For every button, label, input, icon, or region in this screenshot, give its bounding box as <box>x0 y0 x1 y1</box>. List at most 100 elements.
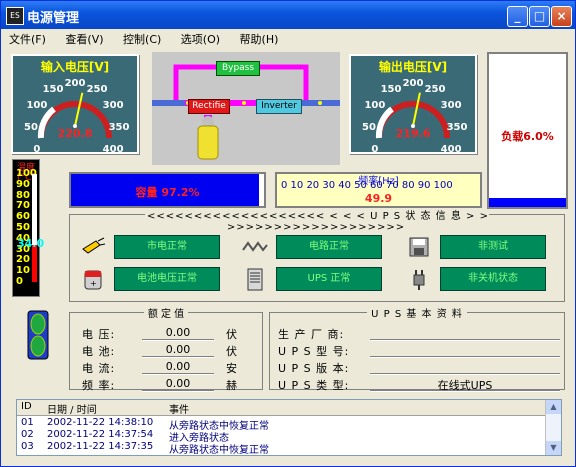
thermometer-tick-label: 80 <box>16 189 30 201</box>
status-battery-voltage-label: 电池电压正常 <box>114 267 220 291</box>
load-bar-fill <box>489 197 566 207</box>
menu-bar: 文件(F) 查看(V) 控制(C) 选项(O) 帮助(H) <box>1 29 575 47</box>
status-shutdown-label: 非关机状态 <box>440 267 546 291</box>
ups-unit-icon <box>247 268 263 291</box>
thermometer-tick-label: 10 <box>16 265 30 277</box>
rated-value: 0.00 <box>142 377 214 392</box>
ups-info-value <box>370 343 560 358</box>
maximize-button[interactable]: □ <box>529 6 550 27</box>
main-window: ES 电源管理 _ □ × 文件(F) 查看(V) 控制(C) 选项(O) 帮助… <box>0 0 576 467</box>
rated-values-group: 额 定 值 电 压: 0.00 伏 电 池: 0.00 伏 电 流: 0.00 … <box>69 309 263 392</box>
menu-help[interactable]: 帮助(H) <box>232 29 287 47</box>
rectifier-block: Rectifie <box>188 99 230 114</box>
gauge-tick-label: 100 <box>364 100 385 111</box>
ups-info-label: U P S 类 型: <box>278 379 350 392</box>
ups-status-title: <<<<<<<<<<<<<<<<<<< < < < U P S 状 态 信 息 … <box>145 211 489 233</box>
waveform-icon <box>242 241 268 252</box>
input-gauge-needle <box>74 92 84 127</box>
temperature-value: 34.0 <box>17 237 45 250</box>
rated-unit: 赫 <box>226 379 237 392</box>
gauge-tick-label: 300 <box>441 100 462 111</box>
rated-unit: 安 <box>226 362 237 375</box>
gauge-tick-label: 400 <box>103 144 124 152</box>
rated-value: 0.00 <box>142 343 214 358</box>
gauge-tick-label: 200 <box>403 78 424 89</box>
log-id: 01 <box>21 417 34 428</box>
rated-value: 0.00 <box>142 326 214 341</box>
gauge-tick-label: 250 <box>87 84 108 95</box>
output-voltage-value: 219.6 <box>395 127 431 140</box>
output-voltage-gauge: 输出电压[V] 0 50 100 150 200 250 300 350 400 219.6 <box>349 54 477 154</box>
ups-info-value <box>370 360 560 375</box>
gauge-tick-label: 0 <box>371 144 378 152</box>
rated-unit: 伏 <box>226 328 237 341</box>
thermometer-fill <box>32 245 37 282</box>
app-icon: ES <box>6 7 24 25</box>
log-id: 02 <box>21 429 34 440</box>
frequency-value: 49.9 <box>364 192 393 205</box>
ups-info-label: U P S 版 本: <box>278 362 350 375</box>
thermometer-tick-label: 50 <box>16 222 30 233</box>
load-meter: 负载6.0% <box>487 52 568 209</box>
table-row[interactable]: 03 2002-11-22 14:37:35 从旁路状态中恢复正常 <box>17 441 545 456</box>
status-ups-label: UPS 正常 <box>276 267 382 291</box>
thermometer-tick-label: 60 <box>16 211 30 223</box>
thermometer-tick-label: 0 <box>16 276 23 287</box>
gauge-tick-label: 0 <box>33 144 40 152</box>
rated-label: 电 池: <box>82 345 116 358</box>
rated-unit: 伏 <box>226 345 237 358</box>
mains-plug-icon <box>82 237 106 254</box>
input-voltage-value: 220.8 <box>57 127 93 140</box>
inverter-block: Inverter <box>256 99 302 114</box>
minimize-button[interactable]: _ <box>507 6 528 27</box>
log-time: 2002-11-22 14:37:54 <box>47 429 154 440</box>
rated-title: 额 定 值 <box>143 309 189 320</box>
gauge-tick-label: 250 <box>425 84 446 95</box>
rated-label: 电 压: <box>82 328 116 341</box>
col-id-header[interactable]: ID <box>21 401 32 412</box>
log-event: 从旁路状态中恢复正常 <box>169 445 269 456</box>
rated-label: 电 流: <box>82 362 116 375</box>
gauge-tick-label: 200 <box>65 78 86 89</box>
log-scrollbar[interactable]: ▲ ▼ <box>545 400 561 455</box>
thermometer-tick-label: 90 <box>16 178 30 190</box>
log-time: 2002-11-22 14:38:10 <box>47 417 154 428</box>
col-time-header[interactable]: 日期 / 时间 <box>47 401 97 416</box>
event-log-header: ID 日期 / 时间 事件 <box>17 400 545 416</box>
window-title: 电源管理 <box>27 11 80 26</box>
capacity-text: 容量 97.2% <box>135 186 200 199</box>
event-log-list[interactable]: ID 日期 / 时间 事件 01 2002-11-22 14:38:10 从旁路… <box>16 399 562 456</box>
status-circuit-label: 电路正常 <box>276 235 382 259</box>
rated-label: 频 率: <box>82 379 116 392</box>
temperature-thermometer: 温度[°C] 100 90 80 70 60 50 40 30 20 10 0 34.0 <box>12 159 44 297</box>
menu-view[interactable]: 查看(V) <box>57 29 111 47</box>
ups-info-value: 在线式UPS <box>370 377 560 392</box>
battery-capacity-bar: 容量 97.2% <box>69 172 266 208</box>
svg-text:+: + <box>90 279 97 288</box>
gauge-tick-label: 400 <box>441 144 462 152</box>
gauge-tick-label: 150 <box>381 84 402 95</box>
close-button[interactable]: × <box>551 6 572 27</box>
table-row[interactable]: 01 2002-11-22 14:38:10 从旁路状态中恢复正常 <box>17 417 545 432</box>
ups-info-label: 生 产 厂 商: <box>278 328 345 341</box>
col-event-header[interactable]: 事件 <box>169 401 189 416</box>
output-gauge-needle <box>412 92 421 127</box>
scroll-up-icon[interactable]: ▲ <box>546 400 561 414</box>
input-voltage-gauge: 输入电压[V] 0 50 100 150 200 250 300 350 400 220.8 <box>11 54 139 154</box>
scroll-down-icon[interactable]: ▼ <box>546 441 561 455</box>
status-test-label: 非测试 <box>440 235 546 259</box>
log-time: 2002-11-22 14:37:35 <box>47 441 154 452</box>
frequency-scale: 0 10 20 30 40 50 60 70 80 90 100 <box>281 180 453 191</box>
battery-graphic-icon <box>27 310 49 360</box>
frequency-meter: 频率[Hz] 0 10 20 30 40 50 60 70 80 90 100 … <box>275 172 482 208</box>
thermometer-tick-label: 70 <box>16 200 30 212</box>
menu-file[interactable]: 文件(F) <box>1 29 54 47</box>
menu-options[interactable]: 选项(O) <box>173 29 228 47</box>
menu-control[interactable]: 控制(C) <box>115 29 169 47</box>
bypass-block: Bypass <box>216 61 260 76</box>
gauge-tick-label: 100 <box>26 100 47 111</box>
rated-value: 0.00 <box>142 360 214 375</box>
thermometer-tick-label: 20 <box>16 254 30 266</box>
title-bar[interactable]: ES 电源管理 _ □ × <box>1 1 575 29</box>
table-row[interactable]: 02 2002-11-22 14:37:54 进入旁路状态 <box>17 429 545 444</box>
